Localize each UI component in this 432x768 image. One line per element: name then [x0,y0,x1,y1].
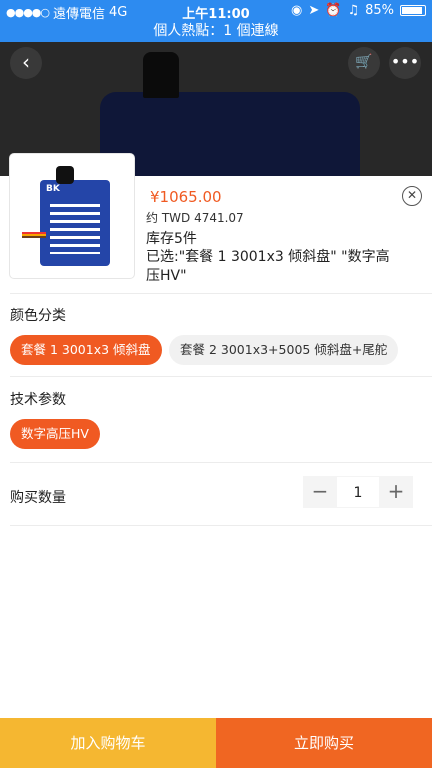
status-bar: ●●●●○ 遠傳電信 4G 上午11:00 ◉ ➤ ⏰ ♫ 85% [0,0,432,22]
color-section-title: 颜色分类 [10,308,66,324]
buy-now-button[interactable]: 立即购买 [216,718,432,768]
add-to-cart-button[interactable]: 加入购物车 [0,718,216,768]
location-icon: ➤ [308,3,320,18]
divider [10,462,432,463]
divider [10,376,432,377]
cart-button[interactable]: 🛒 [348,47,380,79]
headphones-icon: ♫ [347,3,360,18]
tech-section-title: 技术参数 [10,392,66,408]
price-twd: 约 TWD 4741.07 [146,211,244,225]
option-chip-hv[interactable]: 数字高压HV [10,419,100,449]
thumb-servo-gear [56,166,74,184]
product-price: ¥1065.00 [150,188,222,206]
thumb-servo-wires [22,232,46,238]
option-chip-package-1[interactable]: 套餐 1 3001x3 倾斜盘 [10,335,162,365]
increment-button[interactable]: + [379,476,413,508]
quantity-value[interactable]: 1 [337,476,379,508]
selected-options: 已选:"套餐 1 3001x3 倾斜盘" "数字高压HV" [146,249,390,284]
hotspot-bar[interactable]: 個人熱點：1 個連線 [0,22,432,42]
close-button[interactable]: ✕ [402,186,422,206]
thumb-brand-label: BK [46,184,60,194]
divider [10,525,432,526]
more-button[interactable]: ••• [389,47,421,79]
close-icon: ✕ [406,188,418,202]
chevron-left-icon: ‹ [22,50,30,74]
back-button[interactable]: ‹ [10,47,42,79]
battery-percent: 85% [365,3,394,18]
quantity-label: 购买数量 [10,490,66,506]
bottom-action-bar: 加入购物车 立即购买 [0,718,432,768]
stock-count: 库存5件 [146,231,197,247]
cart-icon: 🛒 [355,54,373,70]
sku-sheet: BK ¥1065.00 约 TWD 4741.07 库存5件 已选:"套餐 1 … [0,154,432,718]
alarm-icon: ⏰ [325,3,342,18]
decrement-button[interactable]: − [303,476,337,508]
divider [10,293,432,294]
battery-icon [400,5,426,16]
quantity-stepper: − 1 + [303,476,413,508]
option-chip-package-2[interactable]: 套餐 2 3001x3+5005 倾斜盘+尾舵 [169,335,399,365]
thumb-servo-fins [50,204,100,254]
product-thumbnail: BK [10,154,134,278]
more-icon: ••• [390,52,420,71]
status-right: ◉ ➤ ⏰ ♫ 85% [291,3,426,18]
rotation-lock-icon: ◉ [291,3,303,18]
